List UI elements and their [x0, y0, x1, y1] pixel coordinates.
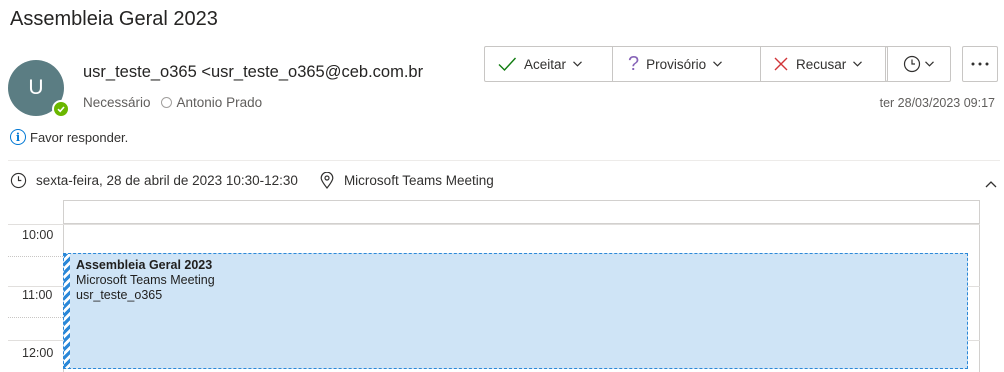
sender-name[interactable]: usr_teste_o365 <usr_teste_o365@ceb.com.b… — [83, 63, 423, 82]
half-hour-line — [8, 317, 63, 318]
meeting-title: Assembleia Geral 2023 — [10, 8, 218, 30]
close-icon — [774, 57, 788, 71]
propose-time-button[interactable] — [885, 46, 951, 82]
event-details: Assembleia Geral 2023 Microsoft Teams Me… — [76, 258, 215, 303]
question-mark-icon: ? — [628, 53, 640, 75]
avatar-initial: U — [28, 76, 44, 99]
meeting-time: sexta-feira, 28 de abril de 2023 10:30-1… — [36, 173, 298, 188]
calendar-event[interactable]: Assembleia Geral 2023 Microsoft Teams Me… — [63, 253, 968, 369]
response-actions: Aceitar ? Provisório Recusar — [484, 46, 888, 82]
tentative-stripe — [64, 254, 70, 368]
half-hour-line — [8, 256, 63, 257]
meeting-details: sexta-feira, 28 de abril de 2023 10:30-1… — [10, 172, 494, 189]
hour-line — [8, 224, 980, 225]
tentative-button[interactable]: ? Provisório — [613, 47, 761, 81]
decline-button[interactable]: Recusar — [761, 47, 887, 81]
divider — [8, 160, 1000, 161]
clock-icon — [903, 55, 920, 73]
chevron-up-icon[interactable] — [985, 180, 997, 188]
meeting-location: Microsoft Teams Meeting — [343, 173, 494, 188]
calendar-preview: 10:00 11:00 12:00 Assembleia Geral 2023 … — [8, 200, 980, 372]
info-message: Favor responder. — [30, 129, 129, 145]
time-label: 12:00 — [22, 346, 54, 360]
event-title: Assembleia Geral 2023 — [76, 258, 213, 272]
chevron-down-icon — [573, 61, 582, 67]
time-label: 11:00 — [22, 288, 53, 302]
event-location: Microsoft Teams Meeting — [76, 273, 215, 287]
required-label: Necessário — [83, 95, 151, 110]
info-bar: i Favor responder. — [10, 129, 128, 145]
attendees-line: Necessário Antonio Prado — [83, 95, 262, 110]
checkmark-icon — [498, 57, 517, 72]
location-pin-icon — [320, 172, 334, 189]
more-options-button[interactable] — [962, 46, 998, 82]
attendee-status-icon — [160, 97, 172, 108]
calendar-allday-row — [63, 200, 980, 224]
sent-date: ter 28/03/2023 09:17 — [879, 96, 995, 110]
presence-available-icon — [52, 100, 70, 118]
tentative-label: Provisório — [646, 56, 707, 72]
chevron-down-icon — [853, 61, 863, 67]
info-icon: i — [10, 129, 26, 145]
ellipsis-icon — [971, 62, 989, 66]
attendee-name[interactable]: Antonio Prado — [177, 95, 263, 110]
event-organizer: usr_teste_o365 — [76, 288, 163, 302]
clock-icon — [10, 172, 27, 189]
chevron-down-icon — [713, 61, 723, 67]
accept-button[interactable]: Aceitar — [485, 47, 613, 81]
chevron-down-icon — [924, 61, 934, 67]
accept-label: Aceitar — [524, 56, 567, 72]
time-label: 10:00 — [22, 228, 54, 242]
decline-label: Recusar — [796, 56, 847, 72]
